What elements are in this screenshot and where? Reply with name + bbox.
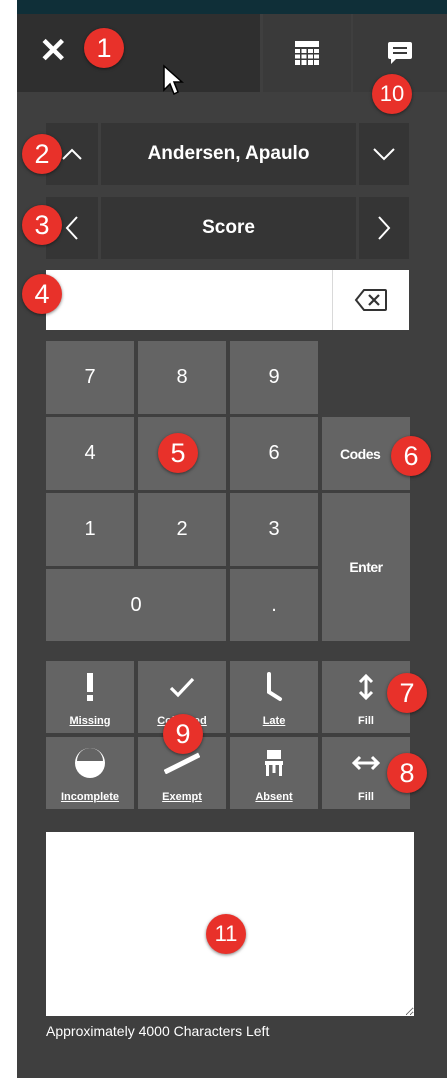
close-icon: ✕ [39,32,68,70]
callout-10: 10 [372,74,412,114]
column-name: Score [101,197,356,259]
enter-button[interactable]: Enter [322,493,410,641]
key-7[interactable]: 7 [46,341,134,414]
late-label: Late [262,715,286,727]
chevron-up-icon [62,148,82,160]
callout-2: 2 [22,134,62,174]
key-4[interactable]: 4 [46,417,134,490]
callout-8: 8 [387,753,427,793]
key-6[interactable]: 6 [230,417,318,490]
grid-view-button[interactable] [263,14,351,92]
callout-7: 7 [387,673,427,713]
next-column-button[interactable] [359,197,409,259]
key-2[interactable]: 2 [138,493,226,566]
incomplete-button[interactable]: Incomplete [46,737,134,809]
student-name: Andersen, Apaulo [101,123,356,185]
column-navigation: Score [46,197,409,259]
fill-horizontal-label: Fill [358,791,374,803]
next-student-button[interactable] [359,123,409,185]
absent-button[interactable]: Absent [230,737,318,809]
grid-icon [295,41,319,65]
callout-3: 3 [22,205,62,245]
key-decimal[interactable]: . [230,569,318,641]
absent-label: Absent [255,791,293,803]
close-button[interactable]: ✕ [17,14,260,96]
exempt-label: Exempt [162,791,202,803]
chevron-down-icon [373,148,395,161]
backspace-button[interactable] [332,270,409,330]
key-0[interactable]: 0 [46,569,226,641]
comment-icon [388,42,412,64]
score-input[interactable] [46,270,328,330]
key-8[interactable]: 8 [138,341,226,414]
missing-label: Missing [69,715,111,727]
callout-6: 6 [391,436,431,476]
characters-left-text: Approximately 4000 Characters Left [46,1023,270,1039]
exclamation-icon [46,667,134,707]
callout-1: 1 [84,28,124,68]
chair-icon [230,743,318,783]
half-circle-icon [46,743,134,783]
key-9[interactable]: 9 [230,341,318,414]
missing-button[interactable]: Missing [46,661,134,733]
fill-vertical-label: Fill [358,715,374,727]
late-button[interactable]: Late [230,661,318,733]
checkmark-icon [138,667,226,707]
chevron-right-icon [378,216,391,240]
incomplete-label: Incomplete [60,791,120,803]
top-strip [17,0,447,14]
backspace-icon [354,289,387,311]
student-navigation: Andersen, Apaulo [46,123,409,185]
callout-5: 5 [158,433,198,473]
key-3[interactable]: 3 [230,493,318,566]
callout-9: 9 [163,714,203,754]
callout-11: 11 [206,914,246,954]
late-clock-hand-icon [230,667,318,707]
key-1[interactable]: 1 [46,493,134,566]
score-input-box [46,270,409,330]
callout-4: 4 [22,274,62,314]
chevron-left-icon [65,216,78,240]
mouse-cursor-icon [163,64,184,96]
